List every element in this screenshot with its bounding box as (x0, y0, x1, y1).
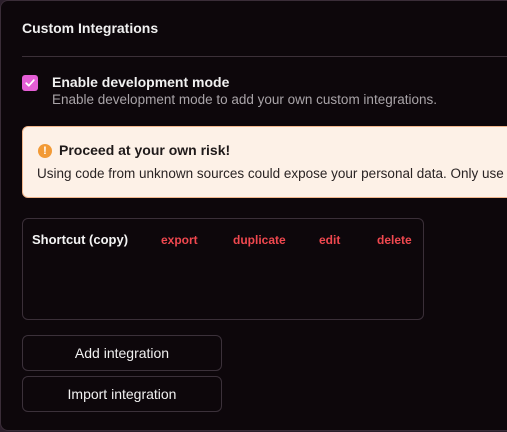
dev-mode-checkbox[interactable] (22, 75, 38, 91)
check-icon (25, 79, 35, 87)
integration-name: Shortcut (copy) (32, 232, 129, 247)
warning-title: Proceed at your own risk! (59, 142, 231, 158)
delete-link[interactable]: delete (377, 233, 412, 247)
divider (22, 56, 507, 57)
add-integration-button[interactable]: Add integration (22, 335, 222, 371)
section-title: Custom Integrations (22, 20, 159, 36)
dev-mode-description: Enable development mode to add your own … (52, 92, 437, 107)
import-integration-button[interactable]: Import integration (22, 376, 222, 412)
risk-warning-banner: ! Proceed at your own risk! Using code f… (22, 126, 507, 198)
dev-mode-label[interactable]: Enable development mode (52, 74, 229, 90)
edit-link[interactable]: edit (319, 233, 340, 247)
integration-card: Shortcut (copy) export duplicate edit de… (22, 218, 424, 320)
export-link[interactable]: export (161, 233, 198, 247)
warning-text: Using code from unknown sources could ex… (37, 166, 507, 181)
duplicate-link[interactable]: duplicate (233, 233, 286, 247)
warning-icon: ! (38, 144, 52, 158)
custom-integrations-panel: Custom Integrations Enable development m… (0, 0, 507, 431)
